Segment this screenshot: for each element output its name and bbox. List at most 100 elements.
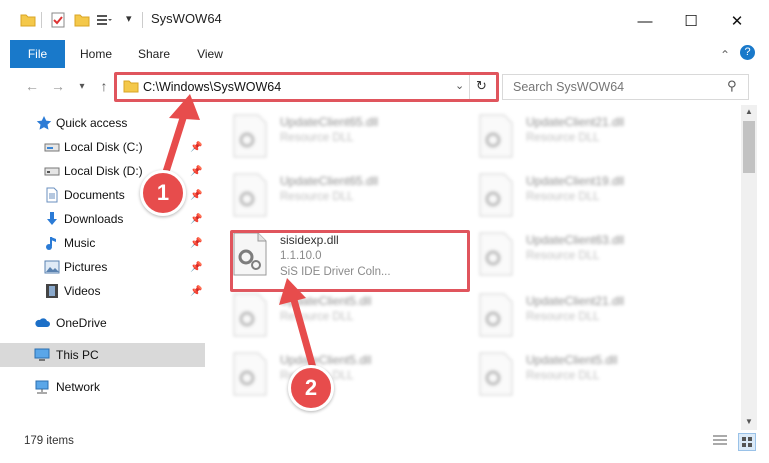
chevron-up-icon[interactable]: ⌃ [720,48,730,62]
window-title: SysWOW64 [151,11,222,26]
drive-icon [44,163,60,179]
nav-item-pictures[interactable]: Pictures 📌 [0,255,205,279]
file-item[interactable]: UpdateClient65.dll Resource DLL [232,110,467,164]
quick-access-dropdown-icon[interactable]: ▾ [126,12,132,25]
file-description: Resource DLL [526,250,600,262]
pin-icon[interactable]: 📌 [190,166,202,177]
nav-label: OneDrive [56,316,107,330]
large-icons-view-icon[interactable] [738,433,756,451]
file-item[interactable]: UpdateClient5.dll Resource DLL [232,289,467,343]
file-item[interactable]: UpdateClient19.dll Resource DLL [478,169,713,223]
file-item[interactable]: UpdateClient65.dll Resource DLL [232,169,467,223]
pin-icon[interactable]: 📌 [190,142,202,153]
forward-arrow-icon[interactable]: → [48,76,68,96]
close-button[interactable]: ✕ [714,6,760,36]
file-name: UpdateClient21.dll [526,115,625,129]
nav-item-videos[interactable]: Videos 📌 [0,279,205,303]
status-bar: 179 items [0,430,769,463]
file-name: UpdateClient65.dll [280,115,379,129]
dll-file-icon [478,173,514,217]
nav-label: Quick access [56,116,128,130]
scroll-up-icon[interactable]: ▲ [745,107,753,116]
cloud-icon [34,315,50,331]
file-description: Resource DLL [526,191,600,203]
file-name: UpdateClient5.dll [526,353,618,367]
dll-file-icon [478,293,514,337]
file-description: Resource DLL [526,311,600,323]
nav-item-music[interactable]: Music 📌 [0,231,205,255]
dll-file-icon [478,114,514,158]
documents-icon [44,187,60,203]
nav-item-network[interactable]: Network [0,375,205,399]
back-arrow-icon[interactable]: ← [22,76,42,96]
search-box[interactable]: ⚲ [502,74,749,100]
nav-item-this-pc[interactable]: This PC [0,343,205,367]
pin-icon[interactable]: 📌 [190,262,202,273]
tab-home[interactable]: Home [72,40,120,68]
file-item[interactable]: UpdateClient5.dll Resource DLL [478,348,713,402]
download-arrow-icon [44,211,60,227]
nav-label: Music [64,236,96,250]
step-badge-2: 2 [288,365,334,411]
pin-icon[interactable]: 📌 [190,190,202,201]
ribbon-tabs: File Home Share View ⌃ ? [0,40,769,69]
tab-file[interactable]: File [10,40,65,68]
dll-file-icon [232,114,268,158]
nav-quick-access[interactable]: Quick access [0,111,205,135]
address-row: ← → ▾ ↑ C:\Windows\SysWOW64 ⌄ ↻ ⚲ [0,68,769,104]
file-description: Resource DLL [280,191,354,203]
file-description: Resource DLL [280,132,354,144]
nav-label: Local Disk (C:) [64,140,143,154]
tab-view[interactable]: View [186,40,234,68]
nav-label: Videos [64,284,101,298]
recent-dropdown-icon[interactable]: ▾ [72,76,92,96]
computer-icon [34,347,50,363]
file-item[interactable]: UpdateClient21.dll Resource DLL [478,110,713,164]
file-name: UpdateClient5.dll [280,353,372,367]
scrollbar-thumb[interactable] [743,121,755,173]
pin-icon[interactable]: 📌 [190,286,202,297]
file-description: Resource DLL [280,311,354,323]
item-count: 179 items [24,435,74,447]
music-note-icon [44,235,60,251]
file-name: UpdateClient19.dll [526,174,625,188]
drive-icon [44,139,60,155]
file-item[interactable]: UpdateClient63.dll Resource DLL [478,228,713,282]
search-input[interactable] [511,78,715,96]
pin-icon[interactable]: 📌 [190,238,202,249]
dll-file-icon [232,352,268,396]
dll-file-icon [478,232,514,276]
navigation-pane: Quick access Local Disk (C:) 📌 Local Dis… [0,105,210,430]
new-folder-icon[interactable] [74,12,90,28]
vertical-scrollbar[interactable]: ▲ ▼ [741,105,757,430]
tab-share[interactable]: Share [130,40,178,68]
network-icon [34,379,50,395]
dll-file-icon [232,173,268,217]
minimize-button[interactable]: — [622,6,668,36]
maximize-button[interactable]: ☐ [668,6,714,36]
nav-label: This PC [56,348,99,362]
step-badge-1: 1 [140,170,186,216]
details-view-icon[interactable] [712,434,728,448]
file-item[interactable]: UpdateClient21.dll Resource DLL [478,289,713,343]
help-icon[interactable]: ? [740,45,755,60]
search-icon[interactable]: ⚲ [727,78,737,94]
up-arrow-icon[interactable]: ↑ [94,76,114,96]
file-name: UpdateClient63.dll [526,233,625,247]
customize-icon[interactable] [96,12,112,28]
folder-icon[interactable] [20,12,36,28]
nav-label: Network [56,380,101,394]
properties-icon[interactable] [50,12,66,28]
file-highlight-box [230,230,470,292]
nav-label: Documents [64,188,125,202]
scroll-down-icon[interactable]: ▼ [745,417,753,426]
nav-item-local-disk-c[interactable]: Local Disk (C:) 📌 [0,135,205,159]
file-item[interactable]: UpdateClient5.dll Resource DLL [232,348,467,402]
divider [41,12,42,28]
dll-file-icon [478,352,514,396]
file-name: UpdateClient65.dll [280,174,379,188]
file-description: Resource DLL [526,132,600,144]
pin-icon[interactable]: 📌 [190,214,202,225]
nav-label: Downloads [64,212,124,226]
nav-item-onedrive[interactable]: OneDrive [0,311,205,335]
